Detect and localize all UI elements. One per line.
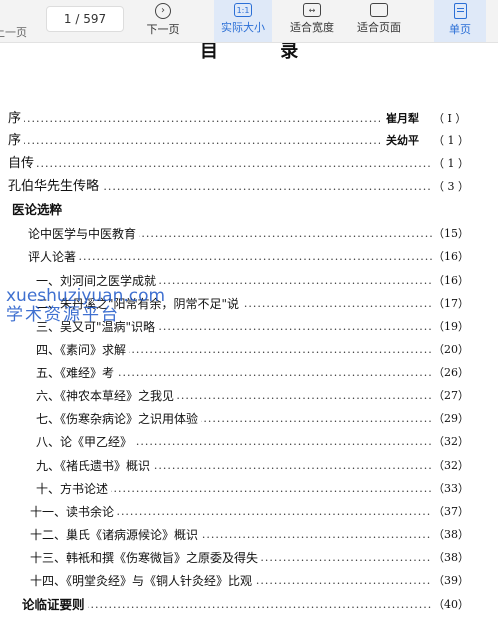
toc-row: ........................................…	[0, 432, 498, 452]
toc-entry-page: （17）	[433, 297, 469, 310]
toc-entry-page: （ 1 ）	[433, 134, 469, 147]
toc-entry-title: 自传	[8, 154, 38, 174]
fit-width-button[interactable]: ↔ 适合宽度	[283, 0, 341, 42]
toc-row: ........................................…	[0, 456, 498, 476]
toc-row: ........................................…	[0, 548, 498, 568]
toc-row: ........................................…	[0, 177, 498, 197]
toc-leader-dots	[22, 200, 432, 220]
toc-entry-title: 五、《难经》考	[36, 363, 118, 383]
toc-entry-page: （19）	[433, 320, 469, 333]
toc-entry-title: 序	[8, 109, 25, 129]
toc-entry-title: 序	[8, 131, 25, 151]
toc-row: ........................................…	[0, 571, 498, 591]
toc-entry-title: 十四、《明堂灸经》与《铜人针灸经》比观	[30, 571, 256, 591]
toc-entry-page: （16）	[433, 250, 469, 263]
toc-entry-page: （32）	[433, 459, 469, 472]
toc-row: ........................................…	[0, 595, 498, 615]
toc-entry-page: （ 3 ）	[433, 180, 469, 193]
single-page-icon	[453, 3, 467, 19]
single-page-label: 单页	[449, 23, 471, 36]
toc-entry-title: 十一、读书余论	[30, 502, 118, 522]
pdf-toolbar: 上一页 1 / 597 › 下一页 1:1 实际大小 ↔ 适合宽度 适合页面 单…	[0, 0, 498, 43]
toc-row: ........................................…	[0, 363, 498, 383]
page-current[interactable]: 1	[64, 12, 72, 26]
toc-entry-title: 十三、韩衹和撰《伤寒微旨》之原委及得失	[30, 548, 262, 568]
toc-row: ........................................…	[0, 109, 498, 129]
next-page-label: 下一页	[146, 23, 180, 36]
toc-row: ........................................…	[0, 409, 498, 429]
toc-entry-title: 七、《伤寒杂病论》之识用体验	[36, 409, 202, 429]
toc-entry-page: （39）	[433, 574, 469, 587]
fit-page-label: 适合页面	[357, 21, 401, 34]
toc-entry-title: 八、论《甲乙经》	[36, 432, 136, 452]
toc-entry-title: 论临证要则	[22, 595, 88, 615]
toc-row: ........................................…	[0, 247, 498, 267]
actual-size-button[interactable]: 1:1 实际大小	[214, 0, 272, 42]
toc-entry-page: （32）	[433, 435, 469, 448]
toc-entry-title: 十、方书论述	[36, 479, 112, 499]
fit-width-icon: ↔	[303, 3, 321, 17]
fit-page-button[interactable]: 适合页面	[350, 0, 408, 42]
toc-entry-page: （38）	[433, 528, 469, 541]
toc-entry-title: 二、朱丹溪之"阳常有余，阴常不足"说	[36, 294, 243, 314]
toc-entry-title: 六、《神农本草经》之我见	[36, 386, 178, 406]
toc-entry-page: （29）	[433, 412, 469, 425]
toc-row: ........................................…	[0, 131, 498, 151]
toc-leader-dots: ........................................…	[38, 250, 432, 263]
toc-leader-dots: ........................................…	[18, 112, 380, 125]
toc-row: ........................................…	[0, 525, 498, 545]
next-page-button[interactable]: › 下一页	[136, 0, 190, 42]
toc-entry-author: 崔月犁	[386, 112, 419, 125]
toc-row: ........................................…	[0, 479, 498, 499]
toc-row: ........................................…	[0, 317, 498, 337]
toc-entry-page: （40）	[433, 598, 469, 611]
toc-entry-page: （26）	[433, 366, 469, 379]
page-number-field[interactable]: 1 / 597	[46, 6, 124, 32]
toc-entry-author: 关幼平	[386, 134, 419, 147]
toc-entry-page: （ I ）	[433, 112, 467, 125]
toc-row: ........................................…	[0, 340, 498, 360]
toc-entry-page: （16）	[433, 274, 469, 287]
toc-entry-title: 医论选粹	[12, 200, 66, 220]
toc-leader-dots: ........................................…	[32, 598, 432, 611]
toc-entry-page: （37）	[433, 505, 469, 518]
fit-width-label: 适合宽度	[290, 21, 334, 34]
single-page-button[interactable]: 单页	[434, 0, 486, 42]
toc-entry-title: 一、刘河间之医学成就	[36, 271, 160, 291]
toc-entry-title: 孔伯华先生传略	[8, 177, 103, 197]
toc-entry-title: 四、《素问》求解	[36, 340, 130, 360]
toc-row: 医论选粹	[0, 200, 498, 220]
fit-page-icon	[370, 3, 388, 17]
toc-entry-page: （ 1 ）	[433, 157, 469, 170]
page-total: / 597	[75, 12, 107, 26]
toc-leader-dots: ........................................…	[18, 157, 432, 170]
toc-entry-title: 九、《褚氏遗书》概识	[36, 456, 154, 476]
actual-size-label: 实际大小	[221, 21, 265, 34]
toc-leader-dots: ........................................…	[18, 134, 380, 147]
actual-size-icon: 1:1	[234, 3, 252, 17]
toc-row: ........................................…	[0, 386, 498, 406]
prev-page-button[interactable]: 上一页	[0, 24, 28, 40]
toc-entry-title: 十二、巢氏《诸病源候论》概识	[30, 525, 202, 545]
toc-entry-title: 论中医学与中医教育	[28, 224, 140, 244]
toc-row: ........................................…	[0, 271, 498, 291]
prev-page-label: 上一页	[0, 26, 27, 39]
chevron-right-icon: ›	[155, 3, 171, 19]
toc-row: ........................................…	[0, 224, 498, 244]
toc-entry-page: （38）	[433, 551, 469, 564]
toc-entry-page: （27）	[433, 389, 469, 402]
toc-entry-page: （15）	[433, 227, 469, 240]
toc-row: ........................................…	[0, 154, 498, 174]
toc-heading: 目 录	[200, 43, 327, 62]
toc-row: ........................................…	[0, 502, 498, 522]
toc-entry-page: （33）	[433, 482, 469, 495]
toc-entry-title: 评人论著	[28, 247, 80, 267]
toc-entry-page: （20）	[433, 343, 469, 356]
document-page: 目 录 ....................................…	[0, 43, 498, 625]
toc-row: ........................................…	[0, 294, 498, 314]
toc-entry-title: 三、吴又可"温病"识略	[36, 317, 159, 337]
